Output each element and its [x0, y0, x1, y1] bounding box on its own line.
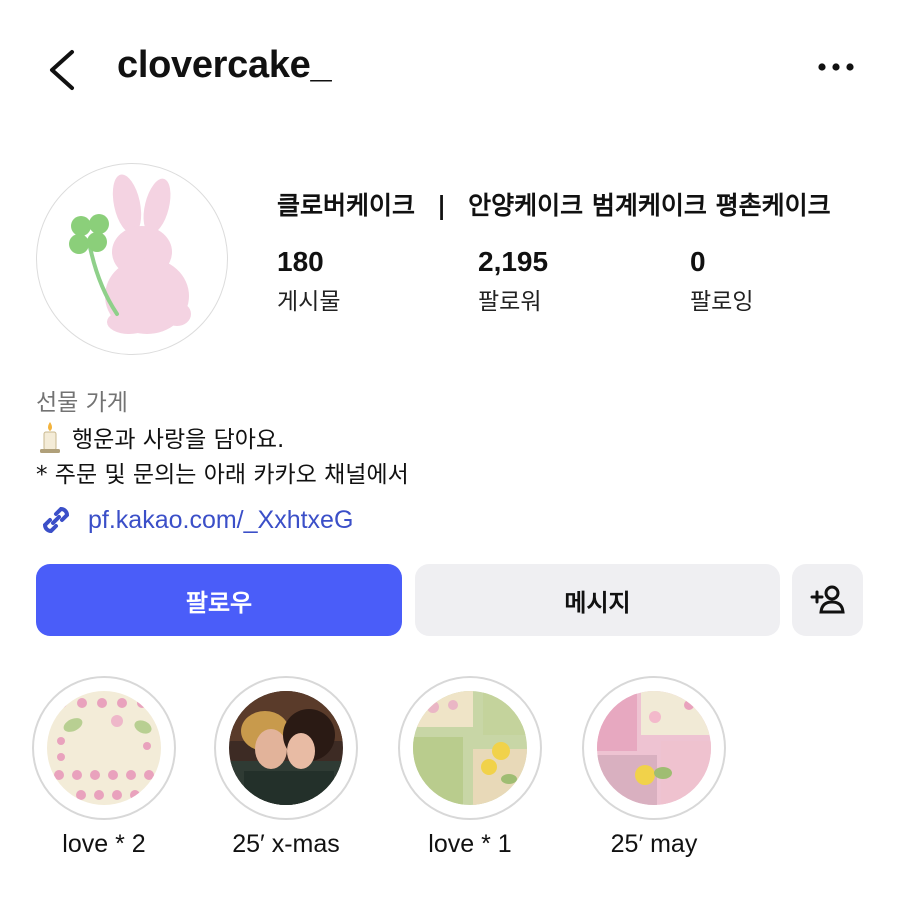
story-highlight[interactable]: 25′ may: [582, 676, 726, 859]
message-button[interactable]: 메시지: [415, 564, 780, 636]
suggest-people-button[interactable]: [792, 564, 863, 636]
profile-avatar[interactable]: [36, 163, 228, 355]
stat-following-label: 팔로잉: [690, 289, 754, 315]
stat-followers-label: 팔로워: [478, 289, 542, 315]
stat-followers[interactable]: 2,195 팔로워: [478, 246, 548, 316]
bio-line-1: 행운과 사랑을 담아요.: [36, 420, 284, 454]
stat-following[interactable]: 0 팔로잉: [690, 246, 753, 316]
profile-display-name: 클로버케이크 | 안양케이크 범계케이크 평촌케이크: [277, 186, 831, 222]
highlight-cover-image: [229, 691, 343, 805]
profile-link[interactable]: pf.kakao.com/_XxhtxeG: [36, 500, 353, 540]
stat-posts[interactable]: 180 게시물: [277, 246, 340, 316]
back-button[interactable]: [44, 48, 84, 92]
profile-link-text[interactable]: pf.kakao.com/_XxhtxeG: [88, 506, 353, 535]
stat-posts-label: 게시물: [277, 289, 341, 315]
stat-followers-value: 2,195: [478, 246, 549, 277]
highlight-cover-image: [597, 691, 711, 805]
story-highlight[interactable]: love * 2: [32, 676, 176, 859]
candle-icon: [40, 422, 60, 453]
display-name-primary: 클로버케이크: [277, 191, 416, 220]
chevron-left-icon: [50, 50, 74, 90]
highlight-cover-image: [47, 691, 161, 805]
highlight-label: love * 1: [428, 830, 512, 858]
bio-line-1-text: 행운과 사랑을 담아요.: [72, 427, 285, 453]
story-highlight[interactable]: 25′ x-mas: [214, 676, 358, 859]
link-icon: [42, 506, 70, 534]
highlight-cover-image: [413, 691, 527, 805]
display-name-separator: |: [437, 191, 447, 220]
highlight-label: 25′ may: [610, 830, 698, 858]
highlight-label: 25′ x-mas: [232, 830, 340, 858]
highlight-label: love * 2: [62, 830, 146, 858]
add-person-icon: [810, 585, 845, 614]
bio-line-2: * 주문 및 문의는 아래 카카오 채널에서: [36, 462, 409, 488]
display-name-secondary: 안양케이크 범계케이크 평촌케이크: [468, 191, 831, 220]
story-highlight[interactable]: love * 1: [398, 676, 542, 859]
follow-button[interactable]: 팔로우: [36, 564, 402, 636]
stat-posts-value: 180: [277, 246, 324, 277]
profile-username: clovercake_: [117, 44, 332, 86]
more-options-button[interactable]: [812, 52, 860, 82]
more-horizontal-icon: [818, 63, 854, 71]
stat-following-value: 0: [690, 246, 706, 277]
profile-category: 선물 가게: [36, 390, 128, 416]
